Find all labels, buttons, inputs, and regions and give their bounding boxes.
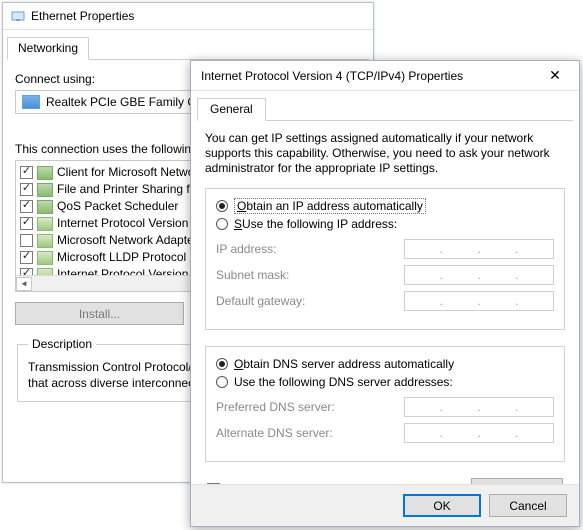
cancel-button[interactable]: Cancel bbox=[489, 494, 567, 517]
radio-ip-manual-label: SUse the following IP address:Use the fo… bbox=[234, 217, 397, 231]
item-label: QoS Packet Scheduler bbox=[57, 199, 178, 214]
radio-ip-manual[interactable]: SUse the following IP address:Use the fo… bbox=[216, 215, 554, 233]
ipv4-body: You can get IP settings assigned automat… bbox=[191, 121, 579, 511]
ip-group: Obtain an IP address automatically SUse … bbox=[205, 188, 565, 330]
pref-dns-field: ... bbox=[404, 397, 554, 417]
item-label: Microsoft LLDP Protocol bbox=[57, 250, 186, 265]
radio-ip-auto-txt: btain an IP address automatically bbox=[246, 199, 423, 213]
intro-text: You can get IP settings assigned automat… bbox=[205, 131, 565, 176]
item-checkbox[interactable] bbox=[20, 183, 33, 196]
ip-address-field: ... bbox=[404, 239, 554, 259]
radio-icon bbox=[216, 376, 228, 388]
ethernet-icon bbox=[11, 9, 25, 23]
adapter-icon bbox=[22, 95, 40, 109]
alt-dns-label: Alternate DNS server: bbox=[216, 426, 346, 440]
item-checkbox[interactable] bbox=[20, 166, 33, 179]
gateway-label: Default gateway: bbox=[216, 294, 346, 308]
radio-dns-auto-u: O bbox=[234, 357, 243, 371]
ipv4-title-bar[interactable]: Internet Protocol Version 4 (TCP/IPv4) P… bbox=[191, 61, 579, 91]
item-label: Internet Protocol Version bbox=[57, 216, 188, 231]
ethernet-title: Ethernet Properties bbox=[31, 3, 134, 30]
alt-dns-field: ... bbox=[404, 423, 554, 443]
radio-ip-auto-u: O bbox=[237, 199, 246, 213]
subnet-field: ... bbox=[404, 265, 554, 285]
close-icon[interactable]: ✕ bbox=[537, 66, 573, 86]
radio-icon bbox=[216, 200, 228, 212]
radio-dns-manual[interactable]: Use the following DNS server addresses: bbox=[216, 373, 554, 391]
item-label: Microsoft Network Adapte bbox=[57, 233, 194, 248]
install-button[interactable]: Install... bbox=[15, 302, 184, 325]
item-label: File and Printer Sharing fo bbox=[57, 182, 196, 197]
protocol-icon bbox=[37, 183, 53, 197]
protocol-icon bbox=[37, 251, 53, 265]
ethernet-title-bar: Ethernet Properties bbox=[3, 3, 373, 30]
ipv4-properties-window: Internet Protocol Version 4 (TCP/IPv4) P… bbox=[190, 60, 580, 527]
ethernet-tabs: Networking bbox=[7, 36, 369, 60]
adapter-name: Realtek PCIe GBE Family C bbox=[46, 95, 196, 109]
protocol-icon bbox=[37, 234, 53, 248]
radio-dns-auto[interactable]: Obtain DNS server address automatically bbox=[216, 355, 554, 373]
radio-icon bbox=[216, 358, 228, 370]
radio-icon bbox=[216, 218, 228, 230]
radio-dns-auto-txt: btain DNS server address automatically bbox=[243, 357, 454, 371]
tab-networking[interactable]: Networking bbox=[7, 37, 89, 60]
ipv4-tabs: General bbox=[197, 97, 573, 121]
ipv4-title: Internet Protocol Version 4 (TCP/IPv4) P… bbox=[201, 69, 537, 83]
protocol-icon bbox=[37, 217, 53, 231]
item-label: Client for Microsoft Netwo bbox=[57, 165, 194, 180]
description-legend: Description bbox=[28, 337, 96, 351]
item-checkbox[interactable] bbox=[20, 234, 33, 247]
item-checkbox[interactable] bbox=[20, 200, 33, 213]
scroll-left-arrow[interactable]: ◄ bbox=[16, 277, 32, 291]
subnet-label: Subnet mask: bbox=[216, 268, 346, 282]
pref-dns-label: Preferred DNS server: bbox=[216, 400, 346, 414]
dns-group: Obtain DNS server address automatically … bbox=[205, 346, 565, 462]
ip-address-label: IP address: bbox=[216, 242, 346, 256]
radio-dns-manual-label: Use the following DNS server addresses: bbox=[234, 375, 453, 389]
item-checkbox[interactable] bbox=[20, 251, 33, 264]
gateway-field: ... bbox=[404, 291, 554, 311]
radio-ip-auto[interactable]: Obtain an IP address automatically bbox=[216, 197, 554, 215]
item-checkbox[interactable] bbox=[20, 217, 33, 230]
ok-button[interactable]: OK bbox=[403, 494, 481, 517]
tab-general[interactable]: General bbox=[197, 98, 266, 121]
protocol-icon bbox=[37, 166, 53, 180]
ipv4-footer: OK Cancel bbox=[191, 484, 579, 526]
protocol-icon bbox=[37, 200, 53, 214]
